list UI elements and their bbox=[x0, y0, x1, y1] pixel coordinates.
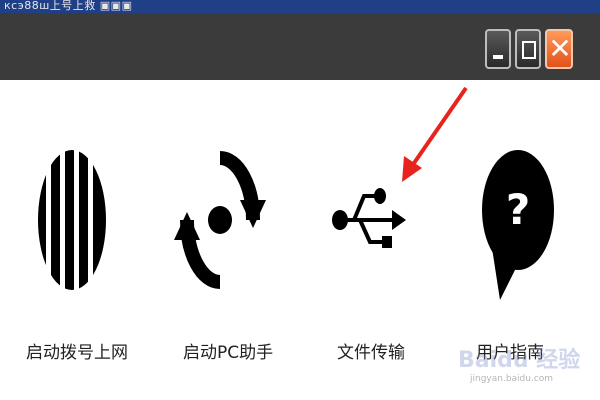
action-file-transfer-label: 文件传输 bbox=[337, 343, 405, 363]
globe-stripes-icon bbox=[38, 150, 106, 290]
sync-cycle-icon bbox=[174, 151, 266, 289]
action-dialup-button[interactable] bbox=[20, 140, 120, 300]
minimize-button[interactable] bbox=[485, 29, 511, 69]
annotation-arrow bbox=[402, 86, 468, 182]
top-strip-text: ксэ88ш上号上救 ▣▣▣ bbox=[4, 0, 133, 12]
watermark-url: jingyan.baidu.com bbox=[470, 374, 554, 384]
action-pc-assistant-label: 启动PC助手 bbox=[183, 343, 274, 363]
close-button[interactable]: ✕ bbox=[545, 29, 573, 69]
maximize-button[interactable] bbox=[515, 29, 541, 69]
svg-text:?: ? bbox=[506, 185, 530, 234]
close-icon: ✕ bbox=[548, 32, 572, 65]
top-strip: ксэ88ш上号上救 ▣▣▣ bbox=[0, 0, 600, 13]
watermark-brand: Baidu 经验 bbox=[458, 348, 581, 373]
maximize-icon bbox=[522, 41, 536, 59]
window-titlebar: ✕ bbox=[0, 13, 600, 80]
action-dialup-label: 启动拨号上网 bbox=[26, 343, 128, 363]
action-user-guide-button[interactable]: ? bbox=[470, 140, 570, 300]
help-speech-bubble-icon: ? bbox=[482, 150, 554, 300]
action-pc-assistant-button[interactable] bbox=[170, 140, 270, 300]
minimize-icon bbox=[493, 55, 503, 59]
